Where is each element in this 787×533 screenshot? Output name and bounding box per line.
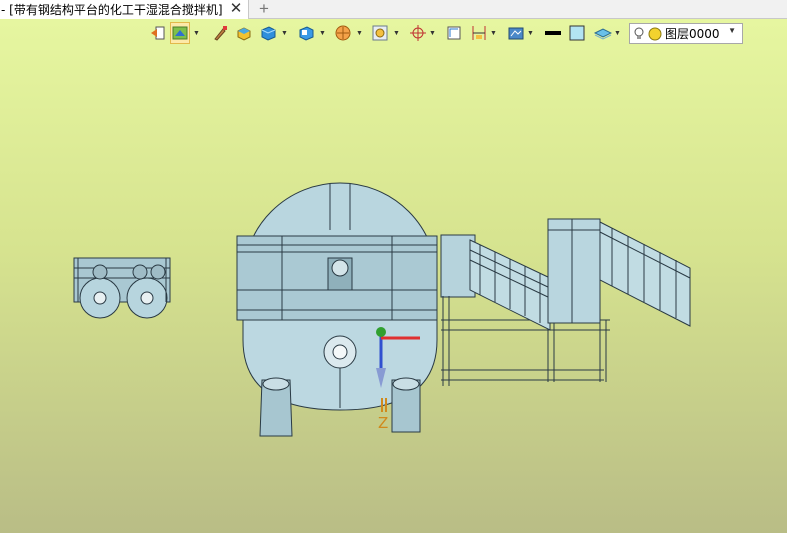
section-view-icon[interactable] <box>333 22 353 44</box>
view-orient-dropdown-icon[interactable]: ▼ <box>318 22 327 44</box>
brush-icon[interactable] <box>210 22 230 44</box>
color-swatch-icon[interactable] <box>567 22 587 44</box>
snap-point-icon[interactable] <box>408 22 428 44</box>
mixer-tank[interactable] <box>236 182 438 437</box>
layers-icon[interactable] <box>593 22 613 44</box>
dimension-icon[interactable] <box>469 22 489 44</box>
display-filter-icon[interactable] <box>370 22 390 44</box>
exit-icon[interactable] <box>148 22 168 44</box>
dimension-dropdown-icon[interactable]: ▼ <box>489 22 498 44</box>
layer-dropdown-icon[interactable]: ▼ <box>728 26 736 35</box>
lightbulb-icon <box>634 27 644 39</box>
layer-selector[interactable]: 图层0000 ▼ <box>629 23 743 44</box>
axis-z-label: Z <box>378 414 389 432</box>
layers-dropdown-icon[interactable]: ▼ <box>613 22 622 44</box>
steel-platform-stairs[interactable] <box>440 218 691 386</box>
workplane-icon[interactable] <box>444 22 464 44</box>
layer-name: 图层0000 <box>665 27 720 41</box>
filter-select-dropdown-icon[interactable]: ▼ <box>192 22 201 44</box>
line-style-icon[interactable] <box>543 22 563 44</box>
render-style-icon[interactable] <box>258 22 278 44</box>
render-style-dropdown-icon[interactable]: ▼ <box>280 22 289 44</box>
filter-select-icon[interactable] <box>170 22 190 44</box>
pump-assembly[interactable] <box>73 257 171 319</box>
render-mode-icon[interactable] <box>506 22 526 44</box>
snap-point-dropdown-icon[interactable]: ▼ <box>428 22 437 44</box>
mixer-model[interactable] <box>0 0 787 533</box>
view-orient-icon[interactable] <box>296 22 316 44</box>
display-filter-dropdown-icon[interactable]: ▼ <box>392 22 401 44</box>
section-view-dropdown-icon[interactable]: ▼ <box>355 22 364 44</box>
face-color-icon[interactable] <box>234 22 254 44</box>
render-mode-dropdown-icon[interactable]: ▼ <box>526 22 535 44</box>
layer-color-icon <box>648 27 662 40</box>
